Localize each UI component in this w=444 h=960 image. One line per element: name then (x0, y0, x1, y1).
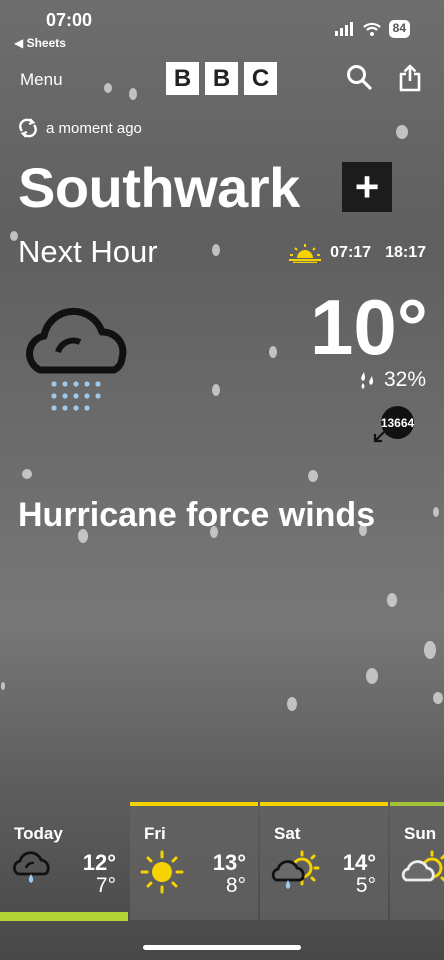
wind-direction-icon (373, 431, 385, 443)
status-bar: 07:00 ◀ Sheets 84 (0, 0, 444, 54)
day-low: 7° (95, 874, 116, 897)
last-updated[interactable]: a moment ago (18, 118, 142, 138)
share-icon[interactable] (398, 64, 422, 92)
forecast-period-label: Next Hour (18, 234, 158, 269)
forecast-day-fri[interactable]: Fri 13° 8° (130, 802, 258, 920)
day-name: Sun (404, 824, 437, 843)
sunset-time: 18:17 (385, 244, 426, 261)
day-high: 13° (212, 850, 246, 875)
menu-button[interactable]: Menu (20, 70, 63, 90)
wifi-icon (362, 22, 381, 36)
sunrise-sunset: 07:17 18:17 (288, 243, 426, 263)
logo-letter: B (205, 62, 238, 95)
forecast-day-today[interactable]: Today 12° 7° (0, 802, 128, 920)
add-location-button[interactable]: + (342, 162, 392, 212)
home-indicator[interactable] (143, 945, 301, 950)
sunny-icon (140, 850, 184, 894)
status-time: 07:00 (46, 10, 93, 30)
sunrise-icon (289, 244, 322, 263)
forecast-day-sat[interactable]: Sat 14° 5° (260, 802, 388, 920)
top-navigation: Menu B B C (0, 60, 444, 100)
day-high: 12° (82, 850, 116, 875)
signal-icon (334, 22, 353, 36)
light-rain-cloud-icon (13, 851, 50, 883)
refresh-icon[interactable] (18, 118, 38, 138)
bbc-logo[interactable]: B B C (166, 62, 277, 95)
day-name: Today (14, 824, 63, 843)
location-title: Southwark (18, 156, 300, 219)
light-rain-cloud-icon (26, 307, 127, 411)
day-low: 8° (225, 874, 246, 897)
humidity-icon (361, 372, 373, 389)
current-temperature: 10° (310, 283, 428, 371)
back-to-sheets-link[interactable]: ◀ Sheets (14, 36, 66, 50)
logo-letter: C (244, 62, 277, 95)
sunny-intervals-light-rain-icon (271, 850, 320, 889)
humidity: 32% (358, 368, 426, 392)
search-icon[interactable] (346, 64, 372, 90)
day-high: 14° (342, 850, 376, 875)
day-name: Sat (274, 824, 301, 843)
day-name: Fri (144, 824, 166, 843)
battery-indicator: 84 (388, 20, 410, 38)
sunrise-time: 07:17 (330, 244, 372, 261)
day-low: 5° (355, 874, 376, 897)
daily-forecast-strip[interactable]: Today 12° 7° Fri 13° 8° Sat 14° 5° Sun (0, 802, 444, 922)
forecast-day-sun[interactable]: Sun (390, 802, 444, 920)
weather-summary: Hurricane force winds (18, 496, 376, 534)
updated-text: a moment ago (46, 119, 142, 137)
humidity-value: 32% (383, 368, 426, 391)
logo-letter: B (166, 62, 199, 95)
selected-day-indicator (0, 912, 128, 921)
sunny-intervals-icon (401, 850, 444, 882)
